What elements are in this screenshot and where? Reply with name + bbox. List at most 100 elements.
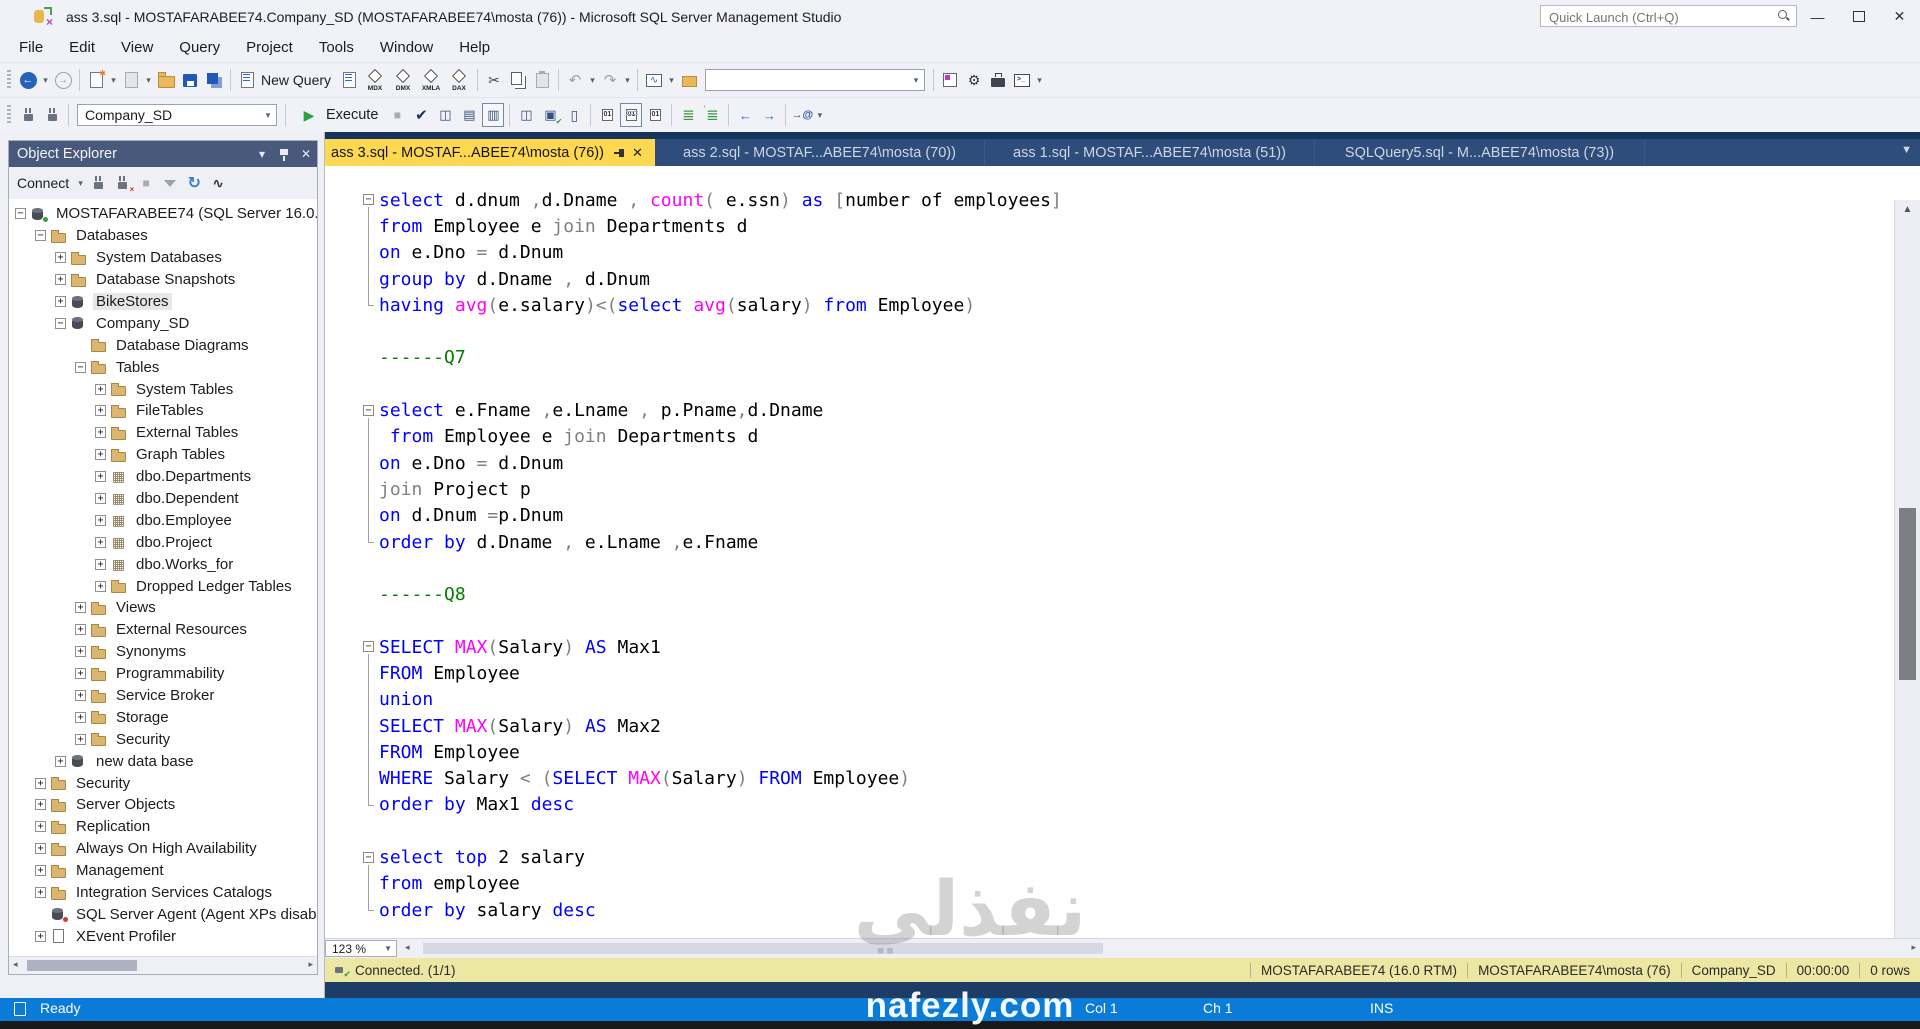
expand-icon[interactable]: + [75,624,86,636]
editor-hscrollbar[interactable]: ◂ ▸ [401,940,1920,957]
tree-item[interactable]: + Dropped Ledger Tables [9,575,317,597]
code-line[interactable]: union [363,686,1894,714]
close-tab-icon[interactable]: ✕ [632,145,648,161]
menu-project[interactable]: Project [233,33,306,62]
tree-item[interactable]: + Security [9,728,317,750]
collapse-region-icon[interactable]: − [363,404,374,416]
expand-icon[interactable]: + [75,668,86,680]
tree-item[interactable]: + Management [9,860,317,882]
cut-icon[interactable] [483,68,505,92]
object-explorer-title-bar[interactable]: Object Explorer ▾ ✕ [9,141,317,167]
menu-edit[interactable]: Edit [56,33,108,62]
back-icon[interactable] [17,68,39,92]
code-line[interactable]: ------Q8 [363,581,1894,607]
tree-item[interactable]: + Synonyms [9,641,317,663]
toolbox-icon[interactable] [987,68,1009,92]
code-line[interactable]: − SELECT MAX(Salary) AS Max1 [363,634,1894,661]
results-to-file-icon[interactable] [644,103,666,127]
expand-icon[interactable]: + [75,733,86,745]
expand-icon[interactable]: + [35,865,46,877]
command-window-caret[interactable]: ▾ [1034,75,1045,86]
expand-icon[interactable]: + [55,274,66,286]
open-file-icon[interactable] [155,68,177,92]
template-parameters-icon[interactable] [643,68,665,92]
code-line[interactable]: FROM Employee [363,660,1894,687]
expand-icon[interactable]: + [95,558,106,570]
chevron-down-icon[interactable]: ▾ [260,110,276,121]
decrease-indent-icon[interactable] [734,103,756,127]
code-line[interactable]: join Project p [363,476,1894,503]
expand-icon[interactable]: + [95,514,106,526]
menu-view[interactable]: View [108,33,166,62]
save-all-icon[interactable] [203,68,225,92]
collapse-region-icon[interactable]: − [363,851,374,863]
code-line[interactable]: from Employee e join Departments d [363,423,1894,451]
quick-launch-box[interactable] [1540,5,1797,27]
tab-list-chevron-icon[interactable]: ▼ [1901,144,1912,156]
collapse-icon[interactable]: − [35,230,46,242]
tree-item[interactable]: + BikeStores [9,291,317,313]
expand-icon[interactable]: + [95,493,106,505]
collapse-icon[interactable]: − [15,208,26,220]
expand-icon[interactable]: + [95,383,106,395]
activity-monitor-icon[interactable] [678,68,700,92]
code-line[interactable]: − select e.Fname ,e.Lname , p.Pname,d.Dna… [363,397,1894,424]
scroll-left-icon[interactable]: ◂ [13,959,18,970]
expand-icon[interactable]: + [75,602,86,614]
properties-window-icon[interactable] [939,68,961,92]
scrollbar-thumb[interactable] [1899,508,1916,680]
minimize-button[interactable]: — [1797,0,1838,33]
uncomment-selection-icon[interactable] [701,103,723,127]
tree-item[interactable]: + External Tables [9,422,317,444]
tree-item[interactable]: + Programmability [9,663,317,685]
chevron-down-icon[interactable]: ▾ [908,75,924,86]
results-to-text-icon[interactable] [596,103,618,127]
menu-file[interactable]: File [6,33,56,62]
code-line[interactable]: order by salary desc [363,897,1894,923]
back-dropdown-caret[interactable]: ▾ [40,75,51,86]
expand-icon[interactable]: + [75,646,86,658]
new-query-button[interactable]: New Query [259,72,337,88]
expand-icon[interactable]: + [35,887,46,899]
change-connection-icon[interactable] [41,103,63,127]
tree-item[interactable]: + Graph Tables [9,444,317,466]
tree-item[interactable]: + Security [9,772,317,794]
tree-item[interactable]: + Storage [9,706,317,728]
tree-item[interactable]: + XEvent Profiler [9,925,317,947]
new-file-dropdown-caret[interactable]: ▾ [108,75,119,86]
disconnect-icon[interactable]: × [111,171,134,195]
new-file-icon[interactable] [85,68,107,92]
code-line[interactable] [363,555,1894,581]
intellisense-enabled-icon[interactable] [482,103,505,127]
code-line[interactable]: from employee [363,870,1894,898]
tree-item[interactable]: + FileTables [9,400,317,422]
tab-3[interactable]: ass 1.sql - MOSTAF...ABEE74\mosta (51)) [985,139,1315,166]
tree-item[interactable]: + dbo.Dependent [9,488,317,510]
redo-icon[interactable] [599,68,621,92]
stop-icon[interactable] [135,171,157,195]
xmla-query-icon[interactable]: XMLA [418,68,444,92]
save-icon[interactable] [179,68,201,92]
connect-icon[interactable] [87,171,109,195]
increase-indent-icon[interactable] [758,103,780,127]
code-line[interactable]: order by d.Dname , e.Lname ,e.Fname [363,528,1894,555]
parse-icon[interactable] [410,103,432,127]
live-query-statistics-icon[interactable]: ✔ [539,103,563,127]
database-engine-query-icon[interactable] [338,68,360,92]
code-line[interactable]: on d.Dnum =p.Dnum [363,502,1894,530]
tree-item[interactable]: + dbo.Departments [9,466,317,488]
connect-dropdown-caret[interactable]: ▾ [75,178,86,189]
tree-item[interactable]: + Replication [9,816,317,838]
include-actual-plan-icon[interactable] [515,103,537,127]
close-button[interactable]: ✕ [1879,0,1920,33]
quick-launch-input[interactable] [1547,7,1771,27]
tree-item[interactable]: + System Databases [9,247,317,269]
expand-icon[interactable]: + [35,777,46,789]
tab-4[interactable]: SQLQuery5.sql - M...ABEE74\mosta (73)) [1315,139,1645,166]
code-line[interactable]: on e.Dno = d.Dnum [363,449,1894,477]
tree-item[interactable]: + dbo.Project [9,531,317,553]
code-line[interactable] [363,371,1894,397]
dax-query-icon[interactable]: DAX [446,68,472,92]
code-line[interactable]: group by d.Dname , d.Dnum [363,265,1894,293]
tree-item[interactable]: + External Resources [9,619,317,641]
